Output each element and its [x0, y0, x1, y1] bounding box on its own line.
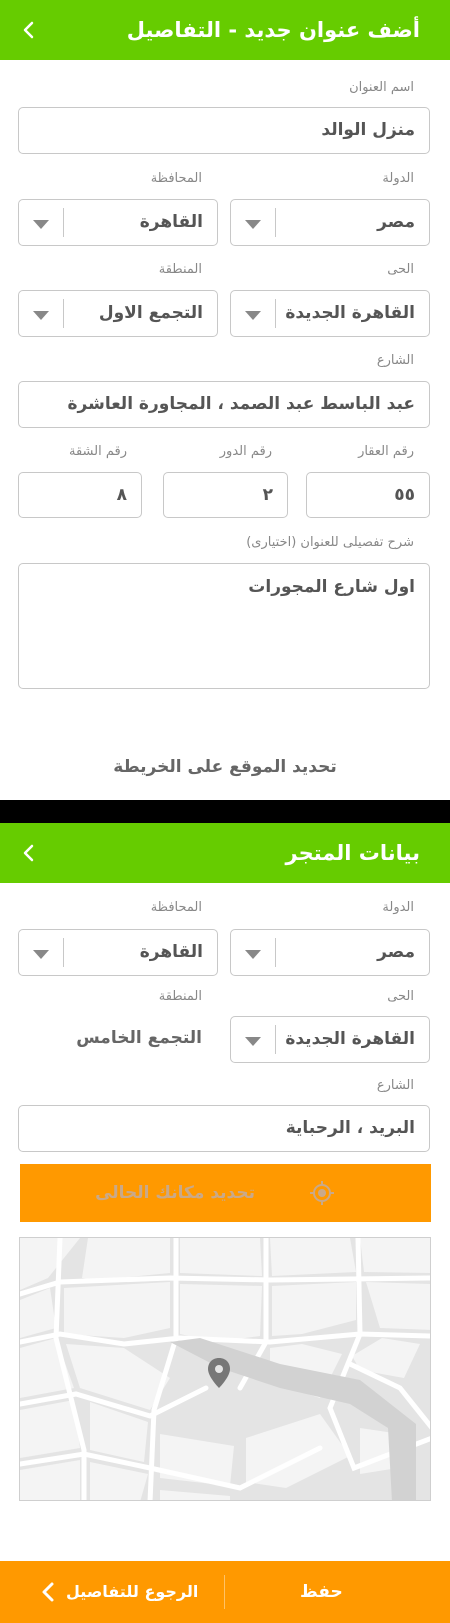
chevron-left-icon — [23, 21, 34, 39]
locate-button-label: تحديد مكانك الحالى — [95, 1183, 255, 1203]
map-pin-icon — [208, 1358, 230, 1388]
area-select[interactable]: التجمع الاول — [18, 290, 218, 337]
back-button[interactable] — [14, 838, 44, 868]
crosshair-icon — [310, 1181, 334, 1205]
address-name-value: منزل الوالد — [321, 120, 415, 140]
caret-down-icon — [245, 1037, 261, 1046]
country-label: الدولة — [382, 900, 414, 915]
country-label: الدولة — [382, 171, 414, 186]
address-details-label: شرح تفصيلى للعنوان (اختيارى) — [246, 535, 414, 550]
apartment-number-value: ٨ — [116, 485, 127, 505]
governorate-select[interactable]: القاهرة — [18, 929, 218, 976]
area-value: التجمع الاول — [98, 303, 203, 323]
add-address-details-screen: أضف عنوان جديد - التفاصيل اسم العنوان من… — [0, 0, 450, 800]
back-to-details-button[interactable]: الرجوع للتفاصيل — [36, 1561, 199, 1623]
top-bar: بيانات المتجر — [0, 823, 450, 883]
area-value[interactable]: التجمع الخامس — [76, 1016, 202, 1061]
select-divider — [275, 1025, 276, 1054]
select-divider — [275, 208, 276, 237]
top-bar: أضف عنوان جديد - التفاصيل — [0, 0, 450, 60]
governorate-label: المحافظة — [150, 171, 202, 186]
building-number-input[interactable]: ٥٥ — [306, 472, 430, 518]
area-label: المنطقة — [158, 262, 202, 277]
street-input[interactable]: عبد الباسط عبد الصمد ، المجاورة العاشرة — [18, 381, 430, 428]
street-label: الشارع — [376, 1078, 414, 1093]
caret-down-icon — [33, 950, 49, 959]
address-details-value: اول شارع المجورات — [248, 577, 415, 597]
address-name-label: اسم العنوان — [349, 80, 414, 95]
apartment-number-label: رقم الشقة — [69, 444, 127, 459]
caret-down-icon — [245, 950, 261, 959]
governorate-label: المحافظة — [150, 900, 202, 915]
select-divider — [275, 938, 276, 967]
back-button[interactable] — [14, 15, 44, 45]
select-divider — [63, 938, 64, 967]
map-view[interactable] — [19, 1237, 431, 1501]
set-location-on-map-link[interactable]: تحديد الموقع على الخريطة — [0, 757, 450, 777]
store-data-screen: بيانات المتجر الدولة المحافظة مصر القاهر… — [0, 823, 450, 1623]
address-name-input[interactable]: منزل الوالد — [18, 107, 430, 154]
street-input[interactable]: البريد ، الرحباية — [18, 1105, 430, 1152]
select-divider — [63, 299, 64, 328]
governorate-select[interactable]: القاهرة — [18, 199, 218, 246]
district-value: القاهرة الجديدة — [285, 1029, 415, 1049]
select-divider — [63, 208, 64, 237]
building-number-value: ٥٥ — [394, 485, 415, 505]
caret-down-icon — [33, 311, 49, 320]
save-button[interactable]: حفظ — [300, 1561, 343, 1623]
district-label: الحى — [387, 262, 414, 277]
district-label: الحى — [387, 989, 414, 1004]
floor-number-input[interactable]: ٢ — [163, 472, 288, 518]
screen-divider — [0, 800, 450, 823]
locate-current-position-button[interactable]: تحديد مكانك الحالى — [20, 1164, 431, 1222]
floor-number-label: رقم الدور — [219, 444, 272, 459]
area-label: المنطقة — [158, 989, 202, 1004]
select-divider — [275, 299, 276, 328]
governorate-value: القاهرة — [139, 212, 203, 232]
page-title: أضف عنوان جديد - التفاصيل — [126, 18, 420, 42]
floor-number-value: ٢ — [262, 485, 273, 505]
street-value: عبد الباسط عبد الصمد ، المجاورة العاشرة — [67, 394, 416, 414]
caret-down-icon — [245, 311, 261, 320]
building-number-label: رقم العقار — [358, 444, 414, 459]
district-select[interactable]: القاهرة الجديدة — [230, 1016, 430, 1063]
caret-down-icon — [245, 220, 261, 229]
caret-down-icon — [33, 220, 49, 229]
map-streets — [20, 1238, 430, 1500]
district-select[interactable]: القاهرة الجديدة — [230, 290, 430, 337]
apartment-number-input[interactable]: ٨ — [18, 472, 142, 518]
page-title: بيانات المتجر — [285, 841, 420, 865]
chevron-left-icon — [42, 1582, 54, 1602]
bottom-bar-divider — [224, 1575, 225, 1609]
chevron-left-icon — [23, 844, 34, 862]
street-label: الشارع — [376, 353, 414, 368]
country-select[interactable]: مصر — [230, 929, 430, 976]
district-value: القاهرة الجديدة — [285, 303, 415, 323]
street-value: البريد ، الرحباية — [285, 1118, 415, 1138]
back-to-details-label: الرجوع للتفاصيل — [66, 1582, 199, 1601]
country-value: مصر — [377, 212, 415, 232]
country-select[interactable]: مصر — [230, 199, 430, 246]
bottom-action-bar: حفظ الرجوع للتفاصيل — [0, 1561, 450, 1623]
address-details-textarea[interactable]: اول شارع المجورات — [18, 563, 430, 689]
country-value: مصر — [377, 942, 415, 962]
governorate-value: القاهرة — [139, 942, 203, 962]
